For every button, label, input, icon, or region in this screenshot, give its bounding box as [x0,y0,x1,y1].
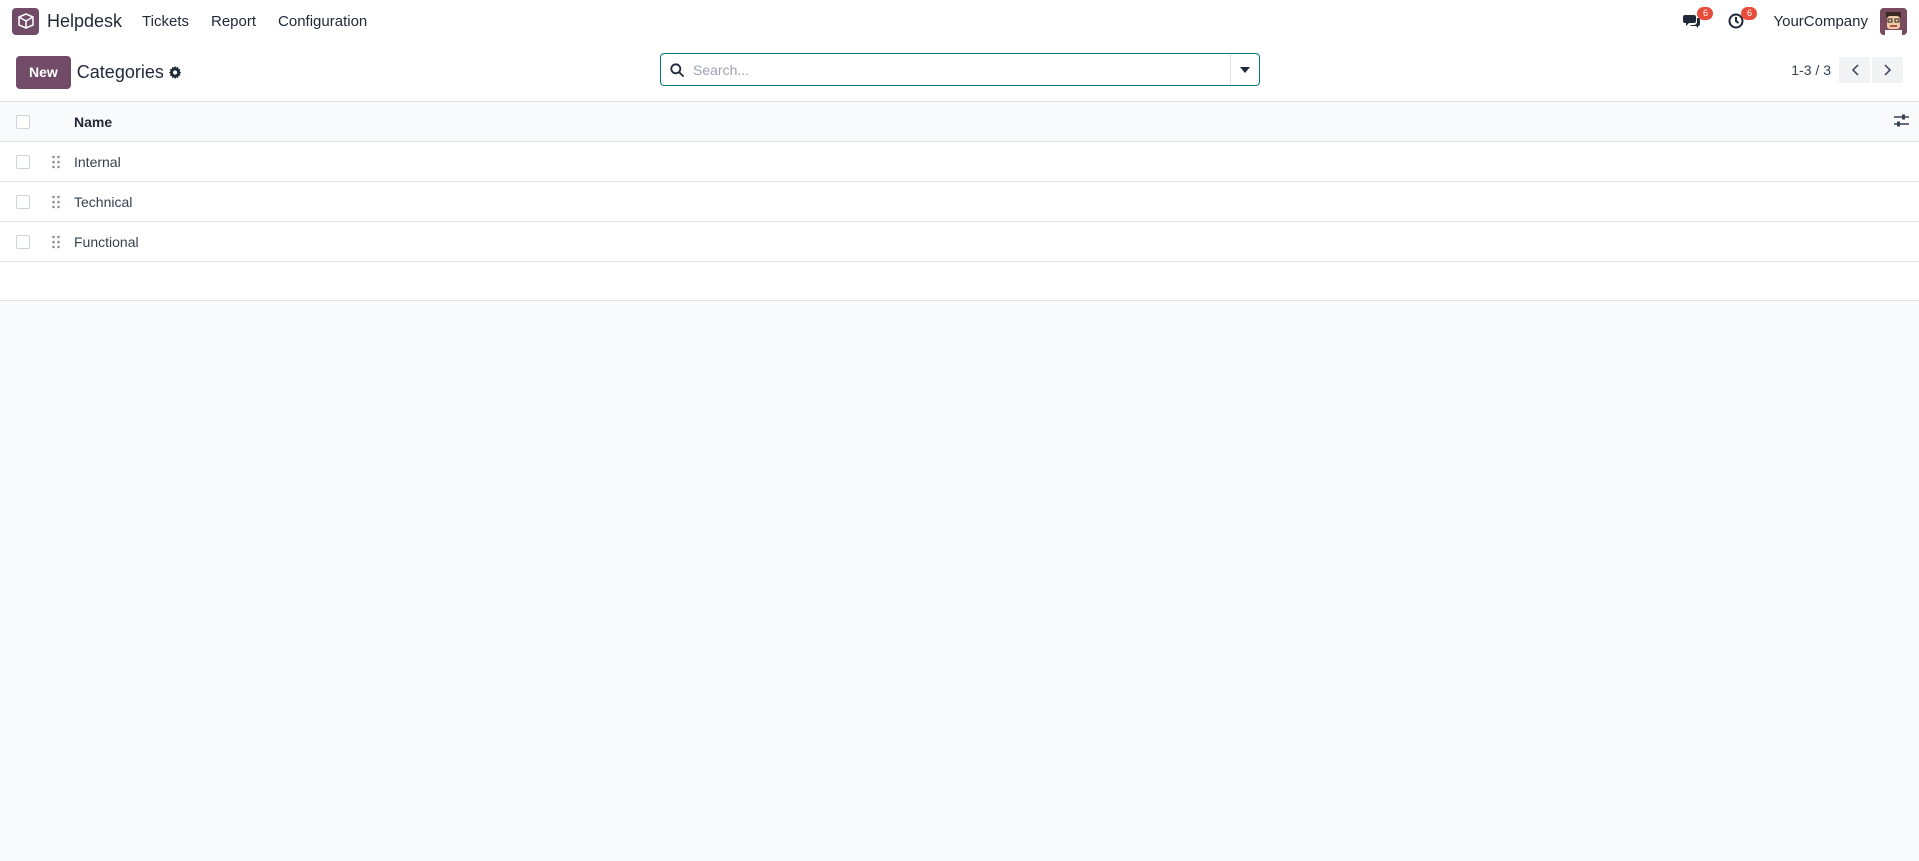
search-options-toggle[interactable] [1230,54,1259,85]
messages-button[interactable]: 6 [1677,6,1714,36]
drag-handle-icon[interactable] [51,195,61,209]
optional-columns-toggle[interactable] [1894,114,1909,131]
new-button[interactable]: New [16,55,71,89]
menu-tickets[interactable]: Tickets [142,13,189,30]
drag-handle-icon[interactable] [51,155,61,169]
menu-report[interactable]: Report [211,13,256,30]
systray: 6 6 YourCompany [1663,6,1907,36]
page-title: Categories [76,61,164,82]
helpdesk-logo-icon [17,13,34,29]
activities-button[interactable]: 6 [1721,6,1758,36]
actions-gear-button[interactable] [168,65,182,79]
table-row[interactable]: Internal [0,142,1919,182]
row-name-cell[interactable]: Functional [74,234,139,250]
table-row[interactable]: Functional [0,222,1919,262]
pager-value[interactable]: 1-3 / 3 [1791,62,1831,78]
pager-next-button[interactable] [1872,57,1903,83]
control-panel: New Categories 1-3 / 3 [0,43,1919,102]
row-checkbox[interactable] [16,194,30,209]
chevron-right-icon [1883,64,1891,76]
row-name-cell[interactable]: Technical [74,194,132,210]
table-row[interactable]: Technical [0,182,1919,222]
row-checkbox[interactable] [16,154,30,169]
chevron-left-icon [1851,64,1859,76]
menu-configuration[interactable]: Configuration [278,13,367,30]
column-header-name[interactable]: Name [74,114,112,130]
activities-badge: 6 [1741,7,1758,20]
row-name-cell[interactable]: Internal [74,154,121,170]
company-switcher[interactable]: YourCompany [1773,13,1868,30]
row-checkbox[interactable] [16,234,30,249]
list-header-row: Name [0,102,1919,142]
search-bar [660,53,1260,86]
user-avatar[interactable] [1880,7,1907,35]
select-all-checkbox[interactable] [16,114,30,129]
search-icon [661,62,693,77]
avatar-face-icon [1880,7,1907,35]
list-empty-row [0,262,1919,301]
search-input[interactable] [693,54,1230,85]
caret-down-icon [1240,66,1250,73]
messages-badge: 6 [1697,7,1714,20]
sliders-icon [1894,114,1909,127]
app-name[interactable]: Helpdesk [47,11,122,32]
top-navbar: Helpdesk Tickets Report Configuration 6 … [0,0,1919,43]
drag-handle-icon[interactable] [51,235,61,249]
gear-icon [168,65,182,79]
app-icon[interactable] [12,7,39,35]
pager: 1-3 / 3 [1791,57,1903,83]
list-view: Name Internal Technical Functional [0,102,1919,301]
pager-previous-button[interactable] [1839,57,1870,83]
